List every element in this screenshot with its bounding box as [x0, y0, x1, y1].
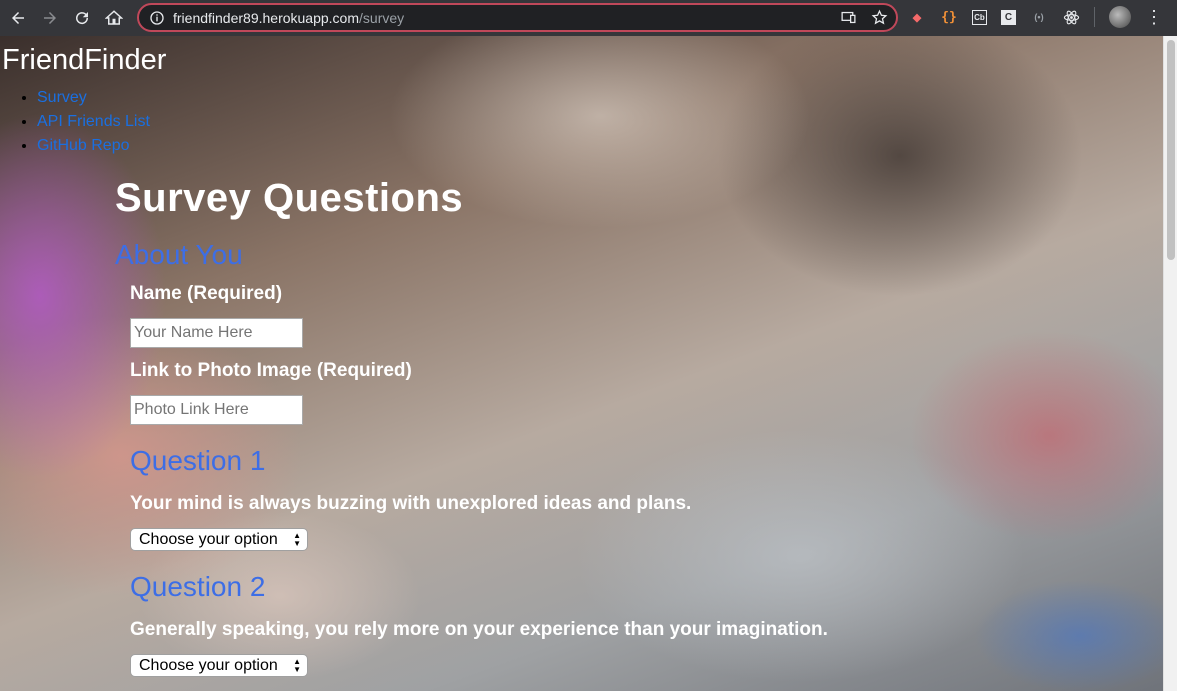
select-arrows-icon: ▲ ▼ [293, 657, 301, 674]
reload-button[interactable] [68, 4, 96, 32]
photo-link-input[interactable] [130, 395, 303, 425]
home-button[interactable] [100, 4, 128, 32]
page-background: FriendFinder Survey API Friends List Git… [0, 36, 1163, 691]
question-1-text: Your mind is always buzzing with unexplo… [130, 493, 692, 514]
site-nav: Survey API Friends List GitHub Repo [37, 86, 150, 158]
select-arrows-icon: ▲ ▼ [293, 531, 301, 548]
home-icon [105, 10, 123, 25]
page-scrollbar[interactable] [1163, 36, 1177, 691]
page-title: Survey Questions [115, 176, 464, 220]
back-button[interactable] [4, 4, 32, 32]
question-1-selected: Choose your option [139, 530, 278, 548]
address-bar[interactable]: friendfinder89.herokuapp.com/survey [137, 3, 898, 32]
arrow-right-icon [44, 12, 56, 24]
c-extension-icon[interactable]: C [1001, 9, 1016, 25]
nav-link-github[interactable]: GitHub Repo [37, 137, 130, 154]
question-2-select[interactable]: Choose your option ▲ ▼ [130, 654, 308, 677]
star-icon[interactable] [871, 9, 888, 26]
cb-extension-icon[interactable]: Cb [972, 9, 987, 25]
pdf-extension-icon[interactable]: ◆ [908, 8, 926, 26]
browser-toolbar: friendfinder89.herokuapp.com/survey ◆ {}… [0, 0, 1177, 36]
browser-menu-icon[interactable]: ⋮ [1145, 8, 1163, 26]
react-devtools-icon[interactable] [1062, 8, 1080, 26]
scrollbar-thumb[interactable] [1167, 40, 1175, 260]
nav-item: Survey [37, 86, 150, 110]
arrow-left-icon [12, 12, 24, 24]
dots-extension-icon[interactable]: (•) [1030, 8, 1048, 26]
url-path: /survey [359, 9, 405, 26]
url-text: friendfinder89.herokuapp.com/survey [173, 10, 404, 26]
site-brand: FriendFinder [2, 44, 167, 76]
nav-item: API Friends List [37, 110, 150, 134]
about-block: Name (Required) Link to Photo Image (Req… [130, 283, 828, 677]
profile-avatar[interactable] [1109, 6, 1131, 28]
cast-device-icon[interactable] [840, 9, 857, 26]
question-2-text: Generally speaking, you rely more on you… [130, 619, 828, 640]
question-1-select[interactable]: Choose your option ▲ ▼ [130, 528, 308, 551]
about-heading: About You [115, 239, 243, 270]
question-1-heading: Question 1 [130, 445, 266, 476]
json-extension-icon[interactable]: {} [940, 8, 958, 26]
survey-form: Survey Questions About You Name (Require… [115, 176, 828, 677]
info-icon[interactable] [149, 10, 165, 26]
name-label: Name (Required) [130, 283, 283, 304]
toolbar-divider [1094, 7, 1095, 27]
reload-icon [76, 12, 89, 25]
nav-link-survey[interactable]: Survey [37, 89, 87, 106]
question-2-selected: Choose your option [139, 656, 278, 674]
question-2-heading: Question 2 [130, 571, 266, 602]
nav-link-api-friends[interactable]: API Friends List [37, 113, 150, 130]
photo-label: Link to Photo Image (Required) [130, 360, 412, 381]
name-input[interactable] [130, 318, 303, 348]
forward-button[interactable] [36, 4, 64, 32]
url-host: friendfinder89.herokuapp.com [173, 9, 360, 26]
nav-item: GitHub Repo [37, 134, 150, 158]
